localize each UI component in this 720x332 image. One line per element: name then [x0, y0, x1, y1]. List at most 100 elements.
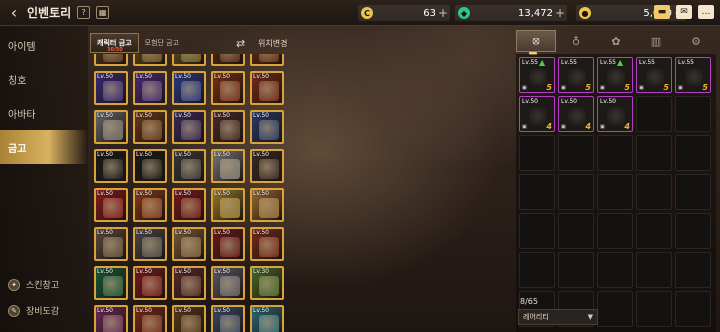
empty-slot[interactable]: [636, 291, 672, 327]
vault-item-slot[interactable]: Lv.50: [250, 71, 284, 105]
empty-slot[interactable]: [558, 252, 594, 288]
mail-icon[interactable]: ✉: [676, 5, 692, 19]
inventory-item-slot[interactable]: Lv.55 ▣ 5: [636, 57, 672, 93]
empty-slot[interactable]: [597, 135, 633, 171]
inventory-item-slot[interactable]: Lv.50 ▣ 4: [597, 96, 633, 132]
vault-item-slot[interactable]: Lv.50: [133, 188, 167, 222]
vault-item-slot[interactable]: Lv.50: [94, 110, 128, 144]
vault-item-slot[interactable]: Lv.50: [250, 188, 284, 222]
add-currency-button[interactable]: +: [438, 6, 448, 20]
tab-settings-icon[interactable]: ⚙: [676, 30, 716, 52]
empty-slot[interactable]: [636, 252, 672, 288]
vault-item-slot[interactable]: Lv.50: [133, 71, 167, 105]
empty-slot[interactable]: [675, 96, 711, 132]
vault-item-slot[interactable]: Lv.50: [133, 266, 167, 300]
empty-slot[interactable]: [597, 213, 633, 249]
vault-item-slot[interactable]: [133, 54, 167, 66]
inventory-item-slot[interactable]: Lv.55 ▲ ▣ 5: [597, 57, 633, 93]
vault-item-slot[interactable]: [172, 54, 206, 66]
item-level: Lv.50: [253, 229, 269, 236]
vault-item-slot[interactable]: Lv.50: [172, 227, 206, 261]
vault-item-slot[interactable]: Lv.50: [211, 266, 245, 300]
empty-slot[interactable]: [636, 213, 672, 249]
vault-item-slot[interactable]: Lv.50: [133, 149, 167, 183]
tab-materials-icon[interactable]: ✿: [596, 30, 636, 52]
vault-item-slot[interactable]: Lv.50: [211, 305, 245, 332]
empty-slot[interactable]: [597, 291, 633, 327]
item-grade: 5: [546, 83, 552, 92]
vault-item-slot[interactable]: Lv.50: [94, 305, 128, 332]
item-level: Lv.50: [136, 229, 152, 236]
empty-slot[interactable]: [636, 174, 672, 210]
help-icon[interactable]: ?: [77, 6, 91, 19]
vault-item-slot[interactable]: Lv.50: [94, 266, 128, 300]
vault-item-slot[interactable]: Lv.50: [250, 149, 284, 183]
empty-slot[interactable]: [675, 213, 711, 249]
vault-item-slot[interactable]: [250, 54, 284, 66]
vault-item-slot[interactable]: Lv.50: [211, 71, 245, 105]
empty-slot[interactable]: [675, 174, 711, 210]
chat-icon[interactable]: …: [698, 5, 714, 19]
sort-dropdown[interactable]: 레어리티 ▼: [518, 309, 598, 325]
empty-slot[interactable]: [519, 213, 555, 249]
empty-slot[interactable]: [675, 252, 711, 288]
vault-item-slot[interactable]: Lv.50: [211, 188, 245, 222]
empty-slot[interactable]: [597, 174, 633, 210]
empty-slot[interactable]: [675, 135, 711, 171]
vault-item-slot[interactable]: [211, 54, 245, 66]
sidebar-bottom-1[interactable]: ✎ 장비도감: [8, 304, 59, 317]
calendar-icon[interactable]: ▦: [96, 6, 110, 19]
vault-item-slot[interactable]: Lv.50: [211, 149, 245, 183]
vault-item-slot[interactable]: Lv.50: [172, 266, 206, 300]
vault-item-slot[interactable]: Lv.50: [172, 149, 206, 183]
empty-slot[interactable]: [558, 174, 594, 210]
empty-slot[interactable]: [597, 252, 633, 288]
tab-avatar-icon[interactable]: ⦻: [516, 30, 556, 52]
chest-icon[interactable]: ▬: [654, 5, 670, 19]
tab-potion-icon[interactable]: ♁: [556, 30, 596, 52]
vault-item-slot[interactable]: Lv.50: [250, 305, 284, 332]
vault-item-slot[interactable]: Lv.50: [250, 227, 284, 261]
empty-slot[interactable]: [519, 135, 555, 171]
empty-slot[interactable]: [675, 291, 711, 327]
vault-item-slot[interactable]: Lv.50: [172, 71, 206, 105]
vault-item-slot[interactable]: Lv.50: [94, 71, 128, 105]
inventory-item-slot[interactable]: Lv.50 ▣ 4: [558, 96, 594, 132]
inventory-item-slot[interactable]: Lv.55 ▣ 5: [558, 57, 594, 93]
vault-item-slot[interactable]: Lv.30: [250, 266, 284, 300]
vault-item-slot[interactable]: Lv.50: [172, 305, 206, 332]
vault-item-slot[interactable]: Lv.50: [211, 227, 245, 261]
vault-item-slot[interactable]: Lv.50: [211, 110, 245, 144]
empty-slot[interactable]: [519, 174, 555, 210]
sidebar-item-3[interactable]: 금고: [0, 130, 88, 164]
tab-vault-0[interactable]: 캐릭터 금고 30/50: [90, 33, 139, 53]
vault-item-slot[interactable]: Lv.50: [172, 188, 206, 222]
vault-item-slot[interactable]: Lv.50: [250, 110, 284, 144]
empty-slot[interactable]: [558, 213, 594, 249]
sidebar-bottom-0[interactable]: ✦ 스킨창고: [8, 278, 59, 291]
vault-item-slot[interactable]: Lv.50: [172, 110, 206, 144]
vault-item-slot[interactable]: Lv.50: [133, 305, 167, 332]
add-currency-button[interactable]: +: [555, 6, 565, 20]
tab-cards-icon[interactable]: ▥: [636, 30, 676, 52]
vault-item-slot[interactable]: Lv.50: [133, 227, 167, 261]
inventory-item-slot[interactable]: Lv.55 ▲ ▣ 5: [519, 57, 555, 93]
sidebar-item-2[interactable]: 아바타: [0, 96, 88, 130]
back-icon[interactable]: ‹: [4, 3, 24, 23]
vault-item-slot[interactable]: [94, 54, 128, 66]
tab-vault-1[interactable]: 모험단 금고: [139, 33, 185, 53]
swap-icon[interactable]: ⇄: [236, 37, 245, 50]
sidebar-item-0[interactable]: 아이템: [0, 28, 88, 62]
vault-item-slot[interactable]: Lv.50: [133, 110, 167, 144]
empty-slot[interactable]: [636, 96, 672, 132]
empty-slot[interactable]: [558, 135, 594, 171]
swap-position-button[interactable]: 위치변경: [258, 38, 287, 49]
inventory-item-slot[interactable]: Lv.50 ▣ 4: [519, 96, 555, 132]
vault-item-slot[interactable]: Lv.50: [94, 227, 128, 261]
vault-item-slot[interactable]: Lv.50: [94, 188, 128, 222]
empty-slot[interactable]: [519, 252, 555, 288]
vault-item-slot[interactable]: Lv.50: [94, 149, 128, 183]
empty-slot[interactable]: [636, 135, 672, 171]
sidebar-item-1[interactable]: 칭호: [0, 62, 88, 96]
inventory-item-slot[interactable]: Lv.55 ▣ 5: [675, 57, 711, 93]
